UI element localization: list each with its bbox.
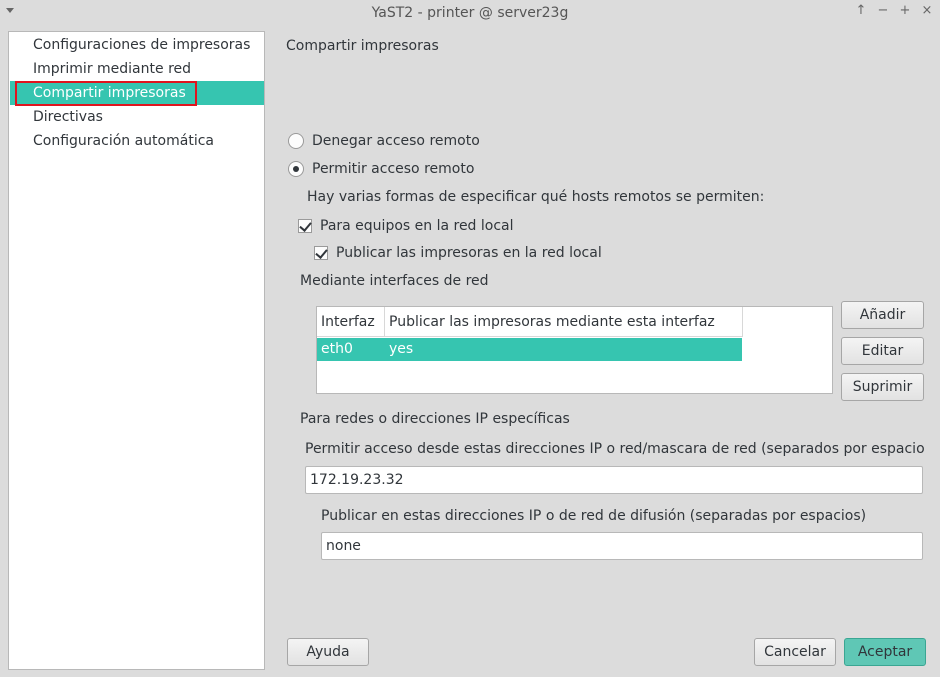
- sidebar-item-policies[interactable]: Directivas: [10, 105, 264, 129]
- interfaces-table[interactable]: Interfaz Publicar las impresoras mediant…: [316, 306, 833, 394]
- allow-remote-radio-indicator[interactable]: [288, 161, 304, 177]
- window-title: YaST2 - printer @ server23g: [371, 4, 569, 21]
- hosts-intro-text: Hay varias formas de especificar qué hos…: [307, 189, 765, 205]
- window-menu-icon[interactable]: [6, 8, 14, 13]
- column-header-interface[interactable]: Interfaz: [317, 307, 385, 336]
- sidebar-nav: Configuraciones de impresoras Imprimir m…: [8, 31, 265, 670]
- allow-ip-input[interactable]: 172.19.23.32: [305, 466, 923, 494]
- allow-ip-label: Permitir acceso desde estas direcciones …: [305, 441, 925, 457]
- keep-above-icon[interactable]: ↑: [854, 3, 868, 18]
- publish-local-checkbox[interactable]: Publicar las impresoras en la red local: [314, 245, 602, 261]
- deny-remote-radio-indicator[interactable]: [288, 133, 304, 149]
- table-header: Interfaz Publicar las impresoras mediant…: [317, 307, 743, 337]
- sidebar-item-share-printers[interactable]: Compartir impresoras: [10, 81, 264, 105]
- publish-ip-input[interactable]: none: [321, 532, 923, 560]
- cancel-button[interactable]: Cancelar: [754, 638, 836, 666]
- deny-remote-radio[interactable]: Denegar acceso remoto: [288, 133, 480, 149]
- allow-remote-radio-label: Permitir acceso remoto: [312, 161, 475, 177]
- cell-publish: yes: [389, 341, 414, 357]
- sidebar-item-network-printing[interactable]: Imprimir mediante red: [10, 57, 264, 81]
- help-button[interactable]: Ayuda: [287, 638, 369, 666]
- window-titlebar: YaST2 - printer @ server23g ↑ − + ×: [0, 0, 940, 25]
- publish-local-checkbox-indicator[interactable]: [314, 246, 328, 260]
- maximize-icon[interactable]: +: [898, 3, 912, 18]
- table-row[interactable]: eth0 yes: [317, 338, 742, 361]
- accept-button[interactable]: Aceptar: [844, 638, 926, 666]
- local-network-checkbox-label: Para equipos en la red local: [320, 218, 514, 234]
- sidebar-item-printer-config[interactable]: Configuraciones de impresoras: [10, 33, 264, 57]
- sidebar-item-auto-config[interactable]: Configuración automática: [10, 129, 264, 153]
- local-network-checkbox[interactable]: Para equipos en la red local: [298, 218, 514, 234]
- deny-remote-radio-label: Denegar acceso remoto: [312, 133, 480, 149]
- interfaces-section-label: Mediante interfaces de red: [300, 273, 489, 289]
- column-header-publish[interactable]: Publicar las impresoras mediante esta in…: [385, 307, 743, 336]
- add-button[interactable]: Añadir: [841, 301, 924, 329]
- cell-interface: eth0: [321, 341, 353, 357]
- ip-section-label: Para redes o direcciones IP específicas: [300, 411, 570, 427]
- page-title: Compartir impresoras: [286, 38, 439, 54]
- publish-local-checkbox-label: Publicar las impresoras en la red local: [336, 245, 602, 261]
- publish-ip-label: Publicar en estas direcciones IP o de re…: [321, 508, 867, 524]
- close-icon[interactable]: ×: [920, 3, 934, 18]
- allow-remote-radio[interactable]: Permitir acceso remoto: [288, 161, 474, 177]
- delete-button[interactable]: Suprimir: [841, 373, 924, 401]
- local-network-checkbox-indicator[interactable]: [298, 219, 312, 233]
- edit-button[interactable]: Editar: [841, 337, 924, 365]
- minimize-icon[interactable]: −: [876, 3, 890, 18]
